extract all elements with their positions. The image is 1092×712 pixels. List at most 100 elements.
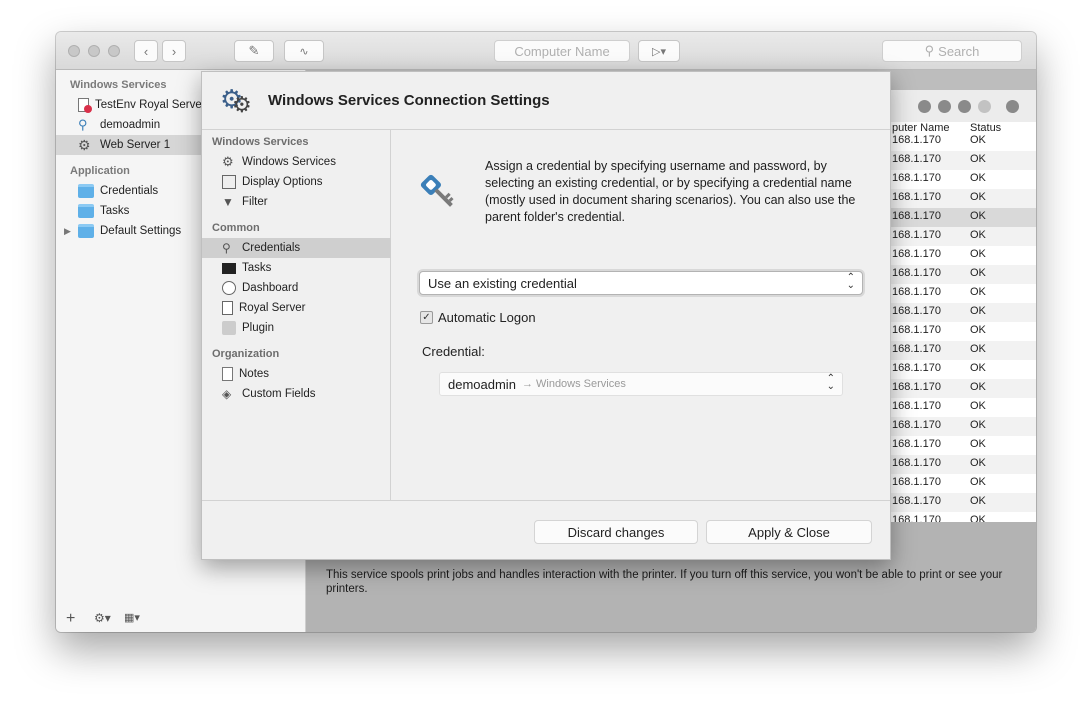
credential-mode-select[interactable]: Use an existing credential ⌃ ⌄	[419, 271, 863, 295]
cell-computer-name: 168.1.170	[892, 495, 941, 507]
automatic-logon-checkbox-row[interactable]: ✓ Automatic Logon	[420, 310, 536, 325]
cell-computer-name: 168.1.170	[892, 419, 941, 431]
sheet-footer: Discard changes Apply & Close	[202, 500, 890, 559]
cell-status: OK	[970, 267, 986, 279]
table-row[interactable]: 168.1.170 OK	[890, 455, 1036, 474]
activity-button[interactable]: ∿	[284, 40, 324, 62]
credential-info-text: Assign a credential by specifying userna…	[485, 159, 856, 224]
forward-button[interactable]: ›	[162, 40, 186, 62]
close-window-button[interactable]	[68, 45, 80, 57]
cell-computer-name: 168.1.170	[892, 324, 941, 336]
table-row[interactable]: 168.1.170 OK	[890, 208, 1036, 227]
table-row[interactable]: 168.1.170 OK	[890, 151, 1036, 170]
play-pause-icon[interactable]	[938, 100, 951, 113]
plugin-icon	[222, 321, 236, 335]
cell-status: OK	[970, 229, 986, 241]
apply-close-button[interactable]: Apply & Close	[706, 520, 872, 544]
table-row[interactable]: 168.1.170 OK	[890, 170, 1036, 189]
nav-item-tasks[interactable]: Tasks	[202, 258, 391, 278]
table-row[interactable]: 168.1.170 OK	[890, 322, 1036, 341]
refresh-icon[interactable]	[1006, 100, 1019, 113]
pulse-icon: ∿	[299, 45, 309, 58]
add-icon[interactable]: +	[66, 610, 75, 628]
cell-status: OK	[970, 286, 986, 298]
nav-item-display-options[interactable]: Display Options	[202, 172, 391, 192]
table-row[interactable]: 168.1.170 OK	[890, 474, 1036, 493]
table-row[interactable]: 168.1.170 OK	[890, 246, 1036, 265]
gear-menu-icon[interactable]: ⚙▾	[94, 611, 111, 625]
table-row[interactable]: 168.1.170 OK	[890, 132, 1036, 151]
table-row[interactable]: 168.1.170 OK	[890, 189, 1036, 208]
gears-icon: ⚙	[222, 154, 234, 169]
play-icon[interactable]	[978, 100, 991, 113]
stop-icon[interactable]	[958, 100, 971, 113]
cell-status: OK	[970, 343, 986, 355]
grid-menu-icon[interactable]: ▦▾	[124, 611, 140, 624]
cell-status: OK	[970, 476, 986, 488]
zoom-window-button[interactable]	[108, 45, 120, 57]
discard-changes-button[interactable]: Discard changes	[534, 520, 698, 544]
cell-computer-name: 168.1.170	[892, 191, 941, 203]
computer-name-field[interactable]: Computer Name	[494, 40, 630, 62]
cell-status: OK	[970, 457, 986, 469]
cell-computer-name: 168.1.170	[892, 248, 941, 260]
nav-item-notes[interactable]: Notes	[202, 364, 391, 384]
automatic-logon-checkbox[interactable]: ✓	[420, 311, 433, 324]
dashboard-icon	[222, 281, 236, 295]
cell-status: OK	[970, 305, 986, 317]
key-icon: ⚲	[78, 117, 88, 132]
cell-status: OK	[970, 495, 986, 507]
cell-computer-name: 168.1.170	[892, 267, 941, 279]
edit-button[interactable]: ✎	[234, 40, 274, 62]
content-toolbar	[890, 92, 1036, 120]
credential-label: Credential:	[422, 344, 485, 359]
table-row[interactable]: 168.1.170 OK	[890, 303, 1036, 322]
table-row[interactable]: 168.1.170 OK	[890, 398, 1036, 417]
cell-status: OK	[970, 324, 986, 336]
table-row[interactable]: 168.1.170 OK	[890, 436, 1036, 455]
cell-computer-name: 168.1.170	[892, 172, 941, 184]
table-row[interactable]: 168.1.170 OK	[890, 379, 1036, 398]
play-dropdown-button[interactable]: ▷▾	[638, 40, 680, 62]
settings-nav: Windows Services ⚙ Windows Services Displ…	[202, 130, 391, 500]
credential-select[interactable]: demoadmin → Windows Services ⌃ ⌄	[439, 372, 843, 396]
table-row[interactable]: 168.1.170 OK	[890, 341, 1036, 360]
service-description: This service spools print jobs and handl…	[326, 569, 1003, 595]
nav-item-custom-fields[interactable]: ◈ Custom Fields	[202, 384, 391, 404]
table-row[interactable]: 168.1.170 OK	[890, 417, 1036, 436]
cell-status: OK	[970, 210, 986, 222]
minimize-window-button[interactable]	[88, 45, 100, 57]
table-row[interactable]: 168.1.170 OK	[890, 265, 1036, 284]
credential-path: → Windows Services	[521, 378, 626, 390]
nav-item-dashboard[interactable]: Dashboard	[202, 278, 391, 298]
chevron-left-icon: ‹	[143, 43, 149, 59]
sheet-header: ⚙ ⚙ Windows Services Connection Settings	[202, 72, 890, 130]
key-icon: ⚲	[222, 241, 231, 255]
services-table: puter Name Status 168.1.170 OK 168.1.170 OK…	[890, 122, 1036, 526]
disclosure-triangle-icon[interactable]: ▶	[64, 226, 78, 237]
terminal-icon	[222, 262, 236, 274]
table-row[interactable]: 168.1.170 OK	[890, 227, 1036, 246]
cell-status: OK	[970, 438, 986, 450]
cell-status: OK	[970, 191, 986, 203]
gears-icon: ⚙	[78, 137, 91, 153]
sheet-title: Windows Services Connection Settings	[268, 92, 550, 109]
cell-computer-name: 168.1.170	[892, 210, 941, 222]
table-row[interactable]: 168.1.170 OK	[890, 284, 1036, 303]
cell-computer-name: 168.1.170	[892, 286, 941, 298]
wrench-icon[interactable]	[918, 100, 931, 113]
nav-item-royal-server[interactable]: Royal Server	[202, 298, 391, 318]
cell-computer-name: 168.1.170	[892, 381, 941, 393]
table-row[interactable]: 168.1.170 OK	[890, 493, 1036, 512]
cell-status: OK	[970, 400, 986, 412]
cell-computer-name: 168.1.170	[892, 400, 941, 412]
nav-item-windows-services[interactable]: ⚙ Windows Services	[202, 152, 391, 172]
nav-item-credentials[interactable]: ⚲ Credentials	[202, 238, 391, 258]
nav-item-plugin[interactable]: Plugin	[202, 318, 391, 338]
cell-status: OK	[970, 248, 986, 260]
nav-item-filter[interactable]: ▼ Filter	[202, 192, 391, 212]
cell-status: OK	[970, 153, 986, 165]
search-field[interactable]: ⚲ Search	[882, 40, 1022, 62]
table-row[interactable]: 168.1.170 OK	[890, 360, 1036, 379]
back-button[interactable]: ‹	[134, 40, 158, 62]
